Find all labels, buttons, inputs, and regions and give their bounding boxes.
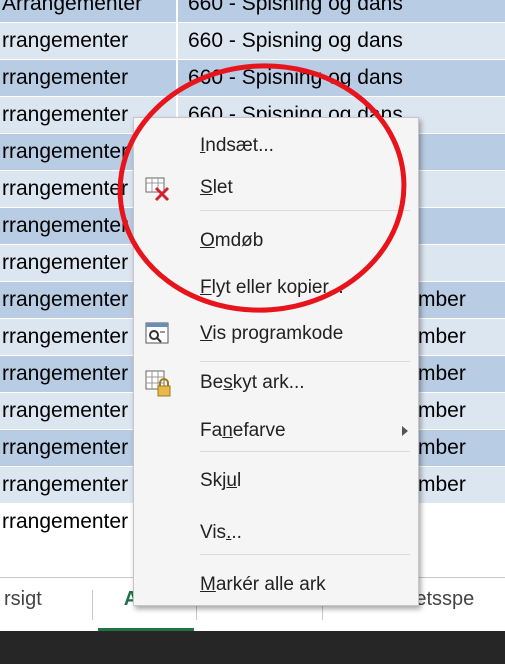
protect-sheet-icon [144,369,172,397]
label-part: is programkode [212,323,344,344]
menu-item-label: Fanefarve [200,411,286,451]
submenu-arrow-icon [402,426,408,436]
label-part: .. [231,522,242,543]
label-part: kyt ark... [232,372,305,393]
menu-item-mark-r-alle-ark[interactable]: Markér alle ark [134,565,418,605]
access-key: n [222,420,233,441]
menu-separator [200,361,410,362]
menu-item-beskyt-ark[interactable]: Beskyt ark... [134,363,418,403]
access-key: M [200,574,216,595]
menu-item-label: Markér alle ark [200,565,326,605]
menu-item-vis[interactable]: Vis... [134,513,418,553]
label-part: Vis [200,522,227,543]
menu-item-label: Beskyt ark... [200,363,305,403]
menu-item-label: Skjul [200,461,241,501]
table-row[interactable]: Arrangementer 660 - Spisning og dans [0,0,505,23]
access-key: S [200,177,213,198]
menu-item-label: Slet [200,168,233,208]
delete-sheet-icon [144,174,172,202]
menu-item-fanefarve[interactable]: Fanefarve [134,411,418,451]
menu-item-flyt-eller-kopier[interactable]: Flyt eller kopier... [134,268,418,308]
sheet-tab-context-menu: Indsæt... Slet Omdøb Flyt eller kopier... Vi… [133,117,419,606]
tab-oversigt[interactable]: rsigt [4,578,42,628]
menu-item-skjul[interactable]: Skjul [134,461,418,501]
label-part: Fa [200,420,223,441]
menu-item-label: Flyt eller kopier... [200,268,344,308]
label-part: Be [200,372,224,393]
menu-item-label: Omdøb [200,221,263,261]
cell-b[interactable]: 660 - Spisning og dans [180,60,505,96]
access-key: V [200,323,213,344]
access-key: u [226,470,237,491]
access-key: s [223,372,233,393]
menu-separator [200,451,410,452]
table-row[interactable]: rrangementer660 - Spisning og dans [0,60,505,97]
cell-b[interactable]: 660 - Spisning og dans [180,0,505,22]
menu-item-vis-programkode[interactable]: Vis programkode [134,314,418,354]
access-key: O [200,230,215,251]
tab-divider [92,590,93,620]
table-row[interactable]: rrangementer660 - Spisning og dans [0,23,505,60]
view-code-icon [144,320,172,348]
label-part: efarve [232,420,286,441]
label-part: l [236,470,242,491]
status-bar [0,631,505,664]
cell-a[interactable]: rrangementer [0,60,178,96]
menu-item-slet[interactable]: Slet [134,168,418,208]
cell-a[interactable]: Arrangementer [0,0,178,22]
menu-item-label: Vis programkode [200,314,343,354]
cell-a[interactable]: rrangementer [0,23,178,59]
menu-separator [200,210,410,211]
label-part: lyt eller kopier... [211,277,344,298]
menu-item-label: Indsæt... [200,126,274,166]
label-part: mdøb [214,230,264,251]
menu-separator [200,554,410,555]
menu-item-indsæt[interactable]: Indsæt... [134,126,418,166]
access-key: F [200,277,212,298]
menu-item-omdøb[interactable]: Omdøb [134,221,418,261]
label-part: ndsæt... [205,135,274,156]
label-part: Skj [200,470,227,491]
label-part: let [212,177,233,198]
label-part: arkér alle ark [215,574,326,595]
cell-b[interactable]: 660 - Spisning og dans [180,23,505,59]
menu-item-label: Vis... [200,513,242,553]
